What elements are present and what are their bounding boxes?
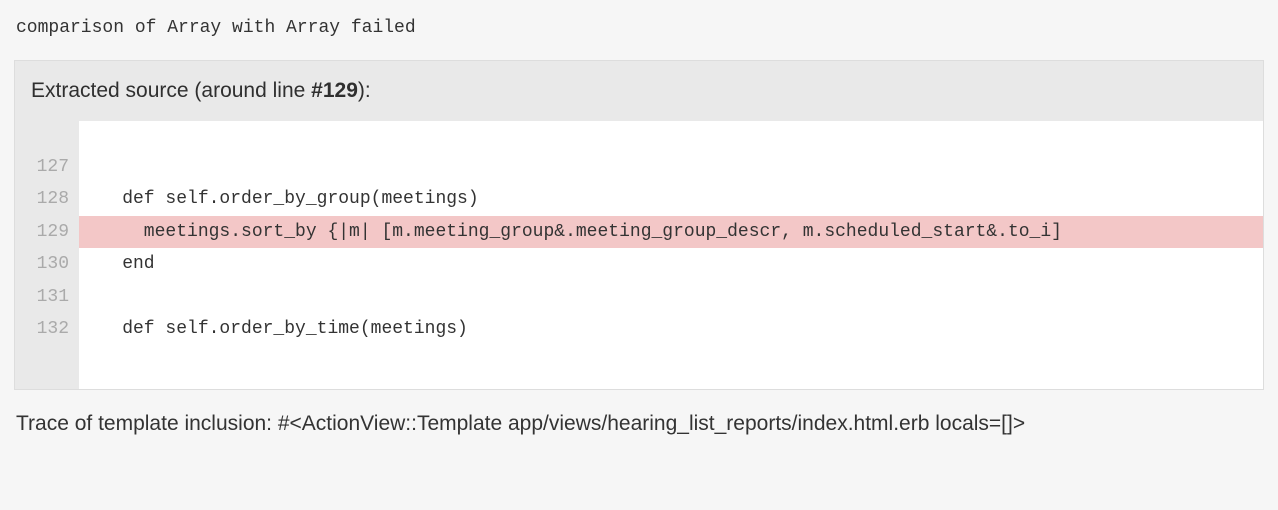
line-content: def self.order_by_group(meetings) [79, 183, 1263, 215]
source-header-prefix: Extracted source (around line [31, 79, 311, 102]
line-content: meetings.sort_by {|m| [m.meeting_group&.… [79, 216, 1263, 248]
line-content [79, 281, 1263, 313]
line-number: 131 [15, 281, 79, 313]
line-content: end [79, 248, 1263, 280]
line-number: 129 [15, 216, 79, 248]
line-number: 127 [15, 121, 79, 183]
error-message: comparison of Array with Array failed [14, 14, 1264, 60]
source-line: 132 def self.order_by_time(meetings) [15, 313, 1263, 389]
source-line: 128 def self.order_by_group(meetings) [15, 183, 1263, 215]
extracted-source-header: Extracted source (around line #129): [15, 61, 1263, 121]
source-line-highlighted: 129 meetings.sort_by {|m| [m.meeting_gro… [15, 216, 1263, 248]
source-header-line: #129 [311, 79, 358, 102]
source-line: 127 [15, 121, 1263, 183]
source-code-table: 127 128 def self.order_by_group(meetings… [15, 121, 1263, 389]
line-content [79, 121, 1263, 183]
source-line: 130 end [15, 248, 1263, 280]
source-line: 131 [15, 281, 1263, 313]
line-number: 132 [15, 313, 79, 389]
source-header-suffix: ): [358, 79, 371, 102]
template-inclusion-trace: Trace of template inclusion: #<ActionVie… [14, 390, 1264, 442]
line-content: def self.order_by_time(meetings) [79, 313, 1263, 389]
line-number: 130 [15, 248, 79, 280]
line-number: 128 [15, 183, 79, 215]
extracted-source-box: Extracted source (around line #129): 127… [14, 60, 1264, 390]
